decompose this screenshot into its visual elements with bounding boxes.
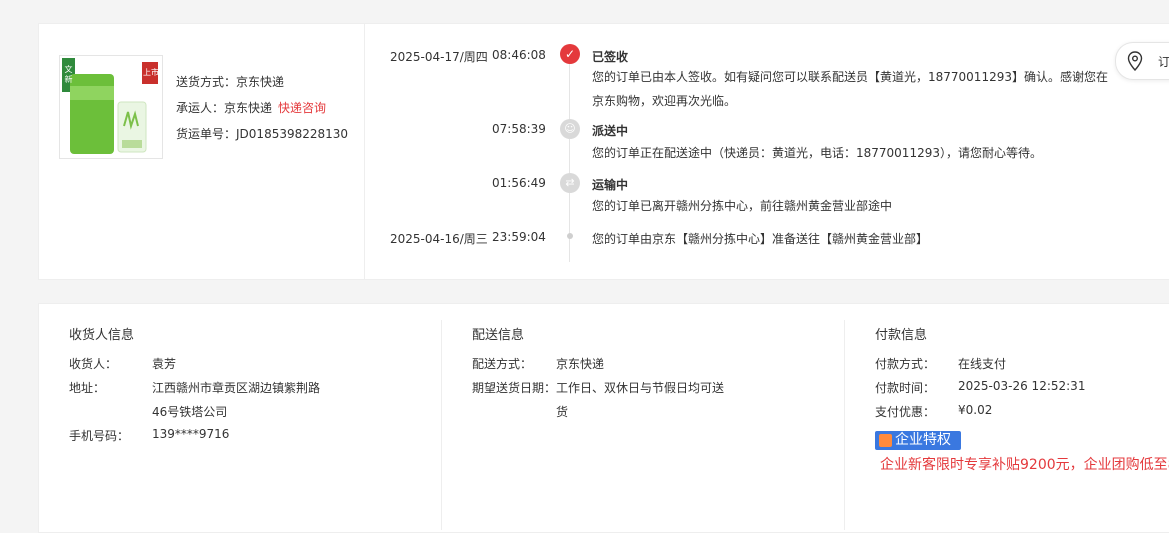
- receiver-section: 收货人信息 收货人： 袁芳 地址： 江西赣州市章贡区湖边镇紫荆路 46号铁塔公司…: [39, 304, 439, 532]
- expected-date-line1: 工作日、双休日与节假日均可送: [556, 381, 725, 395]
- phone-value: 139****9716: [152, 427, 230, 441]
- enterprise-promo-text[interactable]: 企业新客限时专享补贴9200元，企业团购低至8: [880, 454, 1169, 474]
- timeline-entry: 01:56:49 运输中: [39, 176, 1139, 196]
- carrier-row: 承运人：京东快递 快递咨询: [176, 95, 348, 121]
- delivery-title: 配送信息: [472, 328, 525, 343]
- timeline-status: 运输中: [592, 178, 629, 192]
- new-release-badge: 上市: [143, 68, 159, 77]
- timeline-description: 您的订单正在配送途中（快递员：黄道光，电话：18770011293），请您耐心等…: [592, 146, 1042, 160]
- payment-title: 付款信息: [875, 328, 928, 343]
- receiver-name-label: 收货人：: [69, 357, 118, 371]
- timeline-status: 已签收: [592, 50, 629, 64]
- timeline-description: 您的订单已离开赣州分拣中心，前往赣州黄金营业部途中: [592, 199, 893, 213]
- timeline-time: 23:59:04: [492, 230, 546, 244]
- expected-date-label: 期望送货日期：: [472, 381, 557, 395]
- check-icon: ✓: [560, 44, 580, 64]
- shipping-method-value: 京东快递: [236, 75, 285, 89]
- receiver-title: 收货人信息: [69, 328, 135, 343]
- discount-value: ¥0.02: [958, 403, 993, 417]
- shipping-method-row: 送货方式：京东快递: [176, 69, 348, 95]
- delivery-section: 配送信息 配送方式： 京东快递 期望送货日期： 工作日、双休日与节假日均可送 货: [442, 304, 844, 532]
- carrier-value: 京东快递: [224, 101, 273, 115]
- discount-label: 支付优惠：: [875, 405, 936, 419]
- payment-section: 付款信息 付款方式： 在线支付 付款时间： 2025-03-26 12:52:3…: [845, 304, 1169, 532]
- enterprise-privilege-badge[interactable]: 企业特权: [875, 431, 961, 450]
- address-label: 地址：: [69, 381, 106, 395]
- timeline-entry: 2025-04-16/周三 23:59:04 您的订单由京东【赣州分拣中心】准备…: [39, 230, 1139, 250]
- delivery-method-value: 京东快递: [556, 357, 605, 371]
- timeline-time: 07:58:39: [492, 122, 546, 136]
- receiver-name-value: 袁芳: [152, 357, 177, 371]
- location-button[interactable]: 订: [1115, 42, 1169, 80]
- brand-label: 文新: [64, 65, 73, 84]
- timeline-entry: 07:58:39 派送中: [39, 122, 1139, 142]
- truck-icon: ⇄: [560, 173, 580, 193]
- timeline-date: 2025-04-17/周四: [390, 50, 488, 64]
- timeline-status: 派送中: [592, 124, 629, 138]
- tracking-card: 文新 上市 送货方式：京东快递 承运人：京东快递 快递咨询 货运单号：JD0185…: [38, 23, 1169, 280]
- location-button-label: 订: [1158, 55, 1169, 69]
- timeline-date: 2025-04-16/周三: [390, 232, 488, 246]
- payment-method-label: 付款方式：: [875, 357, 936, 371]
- shipping-method-label: 送货方式：: [176, 75, 237, 89]
- product-thumbnail[interactable]: 文新 上市: [59, 55, 163, 159]
- timeline-time: 08:46:08: [492, 48, 546, 62]
- dot-icon: [567, 233, 573, 239]
- location-pin-icon: [1127, 51, 1143, 71]
- courier-consult-link[interactable]: 快递咨询: [278, 101, 326, 115]
- payment-time-value: 2025-03-26 12:52:31: [958, 379, 1086, 393]
- payment-time-label: 付款时间：: [875, 381, 936, 395]
- phone-label: 手机号码：: [69, 429, 130, 443]
- address-line2: 46号铁塔公司: [152, 405, 228, 419]
- timeline-description: 您的订单已由本人签收。如有疑问您可以联系配送员【黄道光，18770011293】…: [592, 70, 1108, 108]
- delivery-person-icon: ☺: [560, 119, 580, 139]
- carrier-label: 承运人：: [176, 101, 225, 115]
- delivery-method-label: 配送方式：: [472, 357, 533, 371]
- timeline-description: 您的订单由京东【赣州分拣中心】准备送往【赣州黄金营业部】: [592, 232, 929, 246]
- enterprise-privilege-label: 企业特权: [895, 432, 951, 448]
- order-info-card: 收货人信息 收货人： 袁芳 地址： 江西赣州市章贡区湖边镇紫荆路 46号铁塔公司…: [38, 303, 1169, 533]
- address-line1: 江西赣州市章贡区湖边镇紫荆路: [152, 381, 321, 395]
- payment-method-value: 在线支付: [958, 357, 1007, 371]
- expected-date-line2: 货: [556, 405, 569, 419]
- gift-icon: [879, 434, 892, 447]
- timeline-time: 01:56:49: [492, 176, 546, 190]
